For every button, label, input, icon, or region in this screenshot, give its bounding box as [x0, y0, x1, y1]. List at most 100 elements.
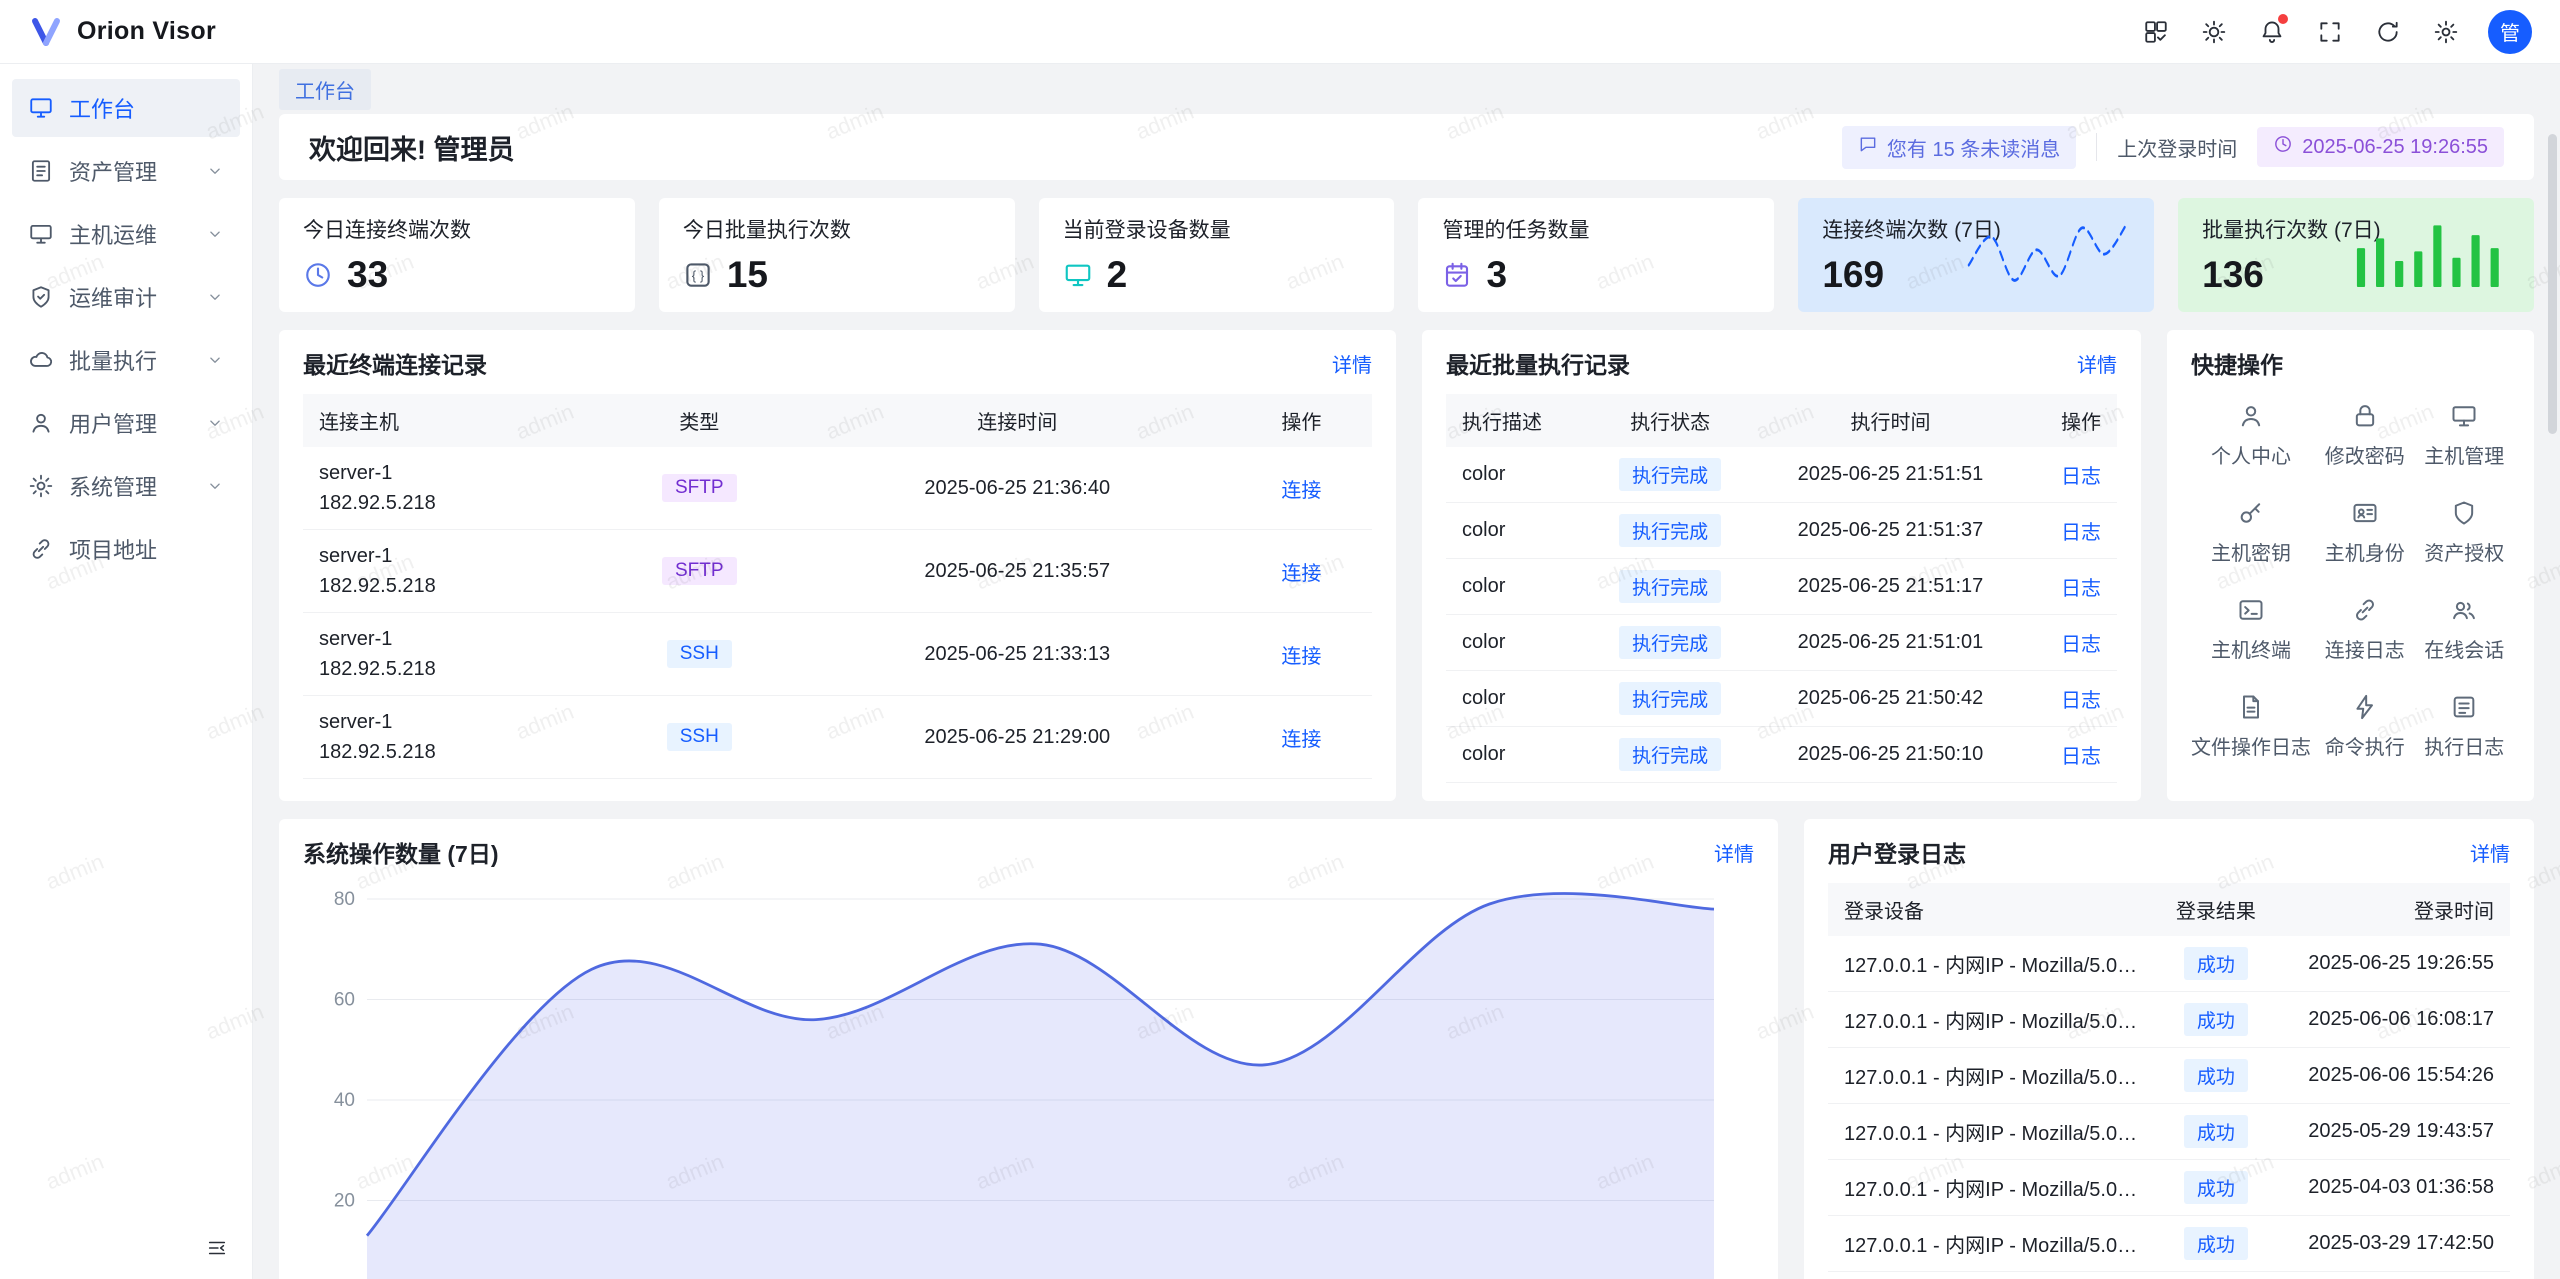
login-log-details-link[interactable]: 详情 — [2470, 838, 2510, 867]
exec-time-cell: 2025-06-25 21:50:10 — [1754, 727, 2027, 783]
login-log-table: 登录设备登录结果登录时间 127.0.0.1 - 内网IP - Mozilla/… — [1828, 883, 2510, 1279]
sidebar-footer — [0, 1217, 252, 1279]
bottom-row: 系统操作数量 (7日) 详情 0204060802025-06-192025-0… — [279, 819, 2534, 1279]
login-log-row: 127.0.0.1 - 内网IP - Mozilla/5.0 (Windows … — [1828, 936, 2510, 992]
fullscreen-icon[interactable] — [2308, 10, 2352, 54]
scrollbar-thumb[interactable] — [2548, 134, 2557, 434]
settings-gear-icon[interactable] — [2424, 10, 2468, 54]
terminal-7d-sparkline — [1966, 212, 2130, 292]
log-link[interactable]: 日志 — [2061, 522, 2101, 544]
login-time-cell: 2025-06-25 19:26:55 — [2276, 936, 2510, 992]
sidebar-item-asset-management[interactable]: 资产管理 — [12, 142, 240, 200]
login-device-cell: 127.0.0.1 - 内网IP - Mozilla/5.0 (Windows … — [1828, 992, 2156, 1048]
quick-action-host-management[interactable]: 主机管理 — [2419, 402, 2511, 469]
login-device-cell: 127.0.0.1 - 内网IP - Mozilla/5.0 (Windows … — [1828, 936, 2156, 992]
notifications-bell-icon[interactable] — [2250, 10, 2294, 54]
connect-link[interactable]: 连接 — [1281, 729, 1321, 751]
quick-action-host-identity[interactable]: 主机身份 — [2319, 499, 2411, 566]
log-link[interactable]: 日志 — [2061, 578, 2101, 600]
exec-status-tag: 执行完成 — [1619, 682, 1721, 715]
connect-link[interactable]: 连接 — [1281, 480, 1321, 502]
quick-action-connection-log[interactable]: 连接日志 — [2319, 596, 2411, 663]
login-time-cell: 2025-03-29 17:42:50 — [2276, 1216, 2510, 1272]
quick-action-profile[interactable]: 个人中心 — [2191, 402, 2311, 469]
quick-action-host-key[interactable]: 主机密钥 — [2191, 499, 2311, 566]
app-logo[interactable]: Orion Visor — [28, 14, 216, 50]
host-name: server-1 — [319, 624, 579, 654]
user-avatar[interactable]: 管 — [2488, 10, 2532, 54]
system-operations-area-chart: 0204060802025-06-192025-06-202025-06-212… — [303, 883, 1754, 1279]
breadcrumb-item-workbench[interactable]: 工作台 — [279, 69, 371, 110]
theme-sun-icon[interactable] — [2192, 10, 2236, 54]
terminal-records-table: 连接主机类型连接时间操作 server-1182.92.5.218SFTP202… — [303, 394, 1372, 779]
app-root: Orion Visor 管 工作台资产管理主机运维运维审计批量执行用户管理系统管… — [0, 0, 2560, 1279]
collapse-sidebar-icon[interactable] — [200, 1231, 234, 1265]
log-link[interactable]: 日志 — [2061, 634, 2101, 656]
idcard-icon — [2351, 499, 2379, 527]
login-device-cell: 127.0.0.1 - 内网IP - Mozilla/5.0 (Windows … — [1828, 1216, 2156, 1272]
system-operations-details-link[interactable]: 详情 — [1714, 838, 1754, 867]
sidebar-item-ops-audit[interactable]: 运维审计 — [12, 268, 240, 326]
shield-icon — [2450, 499, 2478, 527]
sidebar-item-user-management[interactable]: 用户管理 — [12, 394, 240, 452]
connect-link[interactable]: 连接 — [1281, 646, 1321, 668]
action-cell: 连接 — [1231, 613, 1372, 696]
sidebar-item-batch-execution[interactable]: 批量执行 — [12, 331, 240, 389]
exec-status-tag: 执行完成 — [1619, 570, 1721, 603]
quick-action-file-operation-log[interactable]: 文件操作日志 — [2191, 693, 2311, 760]
notification-badge — [2278, 14, 2288, 24]
quick-action-online-session[interactable]: 在线会话 — [2419, 596, 2511, 663]
user-icon — [28, 410, 54, 436]
svg-text:{ }: { } — [692, 268, 705, 283]
sidebar-item-workbench[interactable]: 工作台 — [12, 79, 240, 137]
quick-action-host-terminal[interactable]: 主机终端 — [2191, 596, 2311, 663]
last-login-time: 2025-06-25 19:26:55 — [2302, 136, 2488, 159]
refresh-icon[interactable] — [2366, 10, 2410, 54]
quick-action-label: 主机身份 — [2325, 537, 2405, 566]
unread-messages-chip[interactable]: 您有 15 条未读消息 — [1842, 126, 2076, 169]
connect-time-cell: 2025-06-25 21:36:40 — [804, 447, 1231, 530]
protocol-tag: SFTP — [662, 557, 737, 585]
exec-desc-cell: color — [1446, 503, 1586, 559]
exec-desc-cell: color — [1446, 447, 1586, 503]
stat-label: 当前登录设备数量 — [1063, 214, 1371, 244]
log-link[interactable]: 日志 — [2061, 746, 2101, 768]
quick-action-change-password[interactable]: 修改密码 — [2319, 402, 2411, 469]
quick-action-command-execution[interactable]: 命令执行 — [2319, 693, 2411, 760]
sidebar-item-host-operations[interactable]: 主机运维 — [12, 205, 240, 263]
host-name: server-1 — [319, 458, 579, 488]
login-result-tag: 成功 — [2184, 947, 2248, 980]
users-icon — [2450, 596, 2478, 624]
page-scrollbar[interactable] — [2548, 134, 2557, 1267]
batch-record-row: color执行完成2025-06-25 21:50:42日志 — [1446, 671, 2117, 727]
column-header: 连接时间 — [804, 394, 1231, 447]
braces-icon: { } — [683, 260, 713, 290]
breadcrumb: 工作台 — [253, 64, 2560, 114]
login-result-tag: 成功 — [2184, 1003, 2248, 1036]
batch-details-link[interactable]: 详情 — [2077, 349, 2117, 378]
login-result-cell: 成功 — [2156, 1160, 2276, 1216]
terminal-record-row: server-1182.92.5.218SFTP2025-06-25 21:35… — [303, 530, 1372, 613]
action-cell: 连接 — [1231, 447, 1372, 530]
terminal-details-link[interactable]: 详情 — [1332, 349, 1372, 378]
stat-value: 33 — [347, 254, 388, 296]
login-log-row: 127.0.0.1 - 内网IP - Mozilla/5.0 (Windows … — [1828, 1272, 2510, 1279]
sidebar-item-label: 工作台 — [69, 92, 135, 124]
login-time-cell: 2025-03-22 01:01:31 — [2276, 1272, 2510, 1279]
connect-time-cell: 2025-06-25 21:35:57 — [804, 530, 1231, 613]
key-icon — [2237, 499, 2265, 527]
log-link[interactable]: 日志 — [2061, 466, 2101, 488]
sidebar-item-system-management[interactable]: 系统管理 — [12, 457, 240, 515]
svg-text:60: 60 — [334, 990, 355, 1011]
sidebar-item-project-link[interactable]: 项目地址 — [12, 520, 240, 578]
quick-action-label: 文件操作日志 — [2191, 731, 2311, 760]
tasks-check-icon[interactable] — [2134, 10, 2178, 54]
host-name: server-1 — [319, 541, 579, 571]
quick-action-asset-authorization[interactable]: 资产授权 — [2419, 499, 2511, 566]
connect-link[interactable]: 连接 — [1281, 563, 1321, 585]
quick-action-execution-log[interactable]: 执行日志 — [2419, 693, 2511, 760]
column-header: 操作 — [2027, 394, 2117, 447]
chevron-down-icon — [206, 351, 224, 369]
log-link[interactable]: 日志 — [2061, 690, 2101, 712]
host-name: server-1 — [319, 707, 579, 737]
